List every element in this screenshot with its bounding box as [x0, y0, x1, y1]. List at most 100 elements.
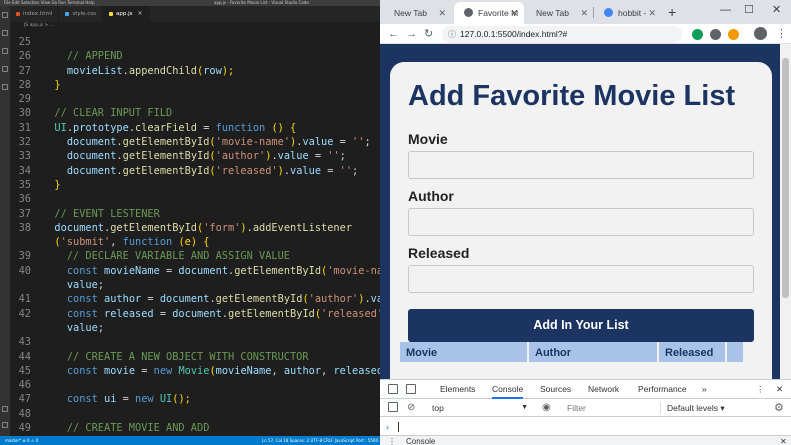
device-toolbar-icon[interactable] — [406, 384, 416, 394]
movie-name-input[interactable] — [408, 151, 754, 179]
status-git-branch[interactable]: master* ⊗ 0 ⚠ 0 — [5, 438, 38, 443]
code-line[interactable]: 27 movieList.appendChild(row); — [10, 64, 380, 78]
code-line[interactable]: 44 // CREATE A NEW OBJECT WITH CONSTRUCT… — [10, 350, 380, 364]
vscode-menu-bar[interactable]: File Edit Selection View Go Run Terminal… — [4, 0, 95, 5]
code-token: 'author' — [215, 150, 266, 163]
code-line[interactable]: 31 UI.prototype.clearField = function ()… — [10, 121, 380, 135]
drawer-tab-console[interactable]: Console — [406, 436, 435, 445]
code-line[interactable]: value; — [10, 321, 380, 335]
breadcrumb[interactable]: JS app.js > ... — [10, 22, 380, 30]
devtools-tab-console[interactable]: Console — [492, 380, 524, 399]
code-token: // EVENT LESTENER — [54, 207, 160, 220]
account-icon[interactable] — [2, 406, 8, 412]
console-filter-input[interactable]: Filter — [563, 402, 661, 414]
close-icon[interactable]: ✕ — [648, 2, 656, 24]
browser-tab-new-tab-2[interactable]: New Tab ✕ — [526, 2, 594, 24]
code-line[interactable]: 40 const movieName = document.getElement… — [10, 264, 380, 278]
author-input[interactable] — [408, 208, 754, 236]
code-line[interactable]: 37 // EVENT LESTENER — [10, 207, 380, 221]
minimize-button[interactable]: — — [720, 2, 731, 18]
extension-icon[interactable] — [728, 29, 739, 40]
code-line[interactable]: 46 — [10, 378, 380, 392]
close-window-button[interactable]: ✕ — [772, 2, 781, 18]
maximize-button[interactable]: ☐ — [744, 2, 754, 18]
code-text: const movie = new Movie(movieName, autho… — [42, 364, 380, 378]
profile-avatar[interactable] — [754, 27, 767, 40]
code-line[interactable]: 25 — [10, 35, 380, 49]
close-icon[interactable]: ✕ — [438, 2, 446, 24]
source-control-icon[interactable] — [2, 48, 8, 54]
code-line[interactable]: 45 const movie = new Movie(movieName, au… — [10, 364, 380, 378]
code-line[interactable]: 49 // CREATE MOVIE AND ADD — [10, 421, 380, 435]
status-info[interactable]: Ln 57, Col 18 Spaces: 2 UTF-8 CRLF JavaS… — [262, 436, 378, 445]
browser-tab-hobbit[interactable]: hobbit - ✕ — [594, 2, 662, 24]
code-line[interactable]: 28 } — [10, 78, 380, 92]
close-icon[interactable]: ✕ — [580, 2, 588, 24]
code-line[interactable]: 36 — [10, 192, 380, 206]
extensions-icon[interactable] — [2, 84, 8, 90]
browser-tab-new-tab-1[interactable]: New Tab ✕ — [384, 2, 452, 24]
code-editor[interactable]: 25 26 // APPEND 27 movieList.appendChild(r… — [10, 35, 380, 445]
code-line[interactable]: 30 // CLEAR INPUT FILD — [10, 106, 380, 120]
code-line[interactable]: 48 — [10, 407, 380, 421]
code-line[interactable]: 39 // DECLARE VARIABLE AND ASSIGN VALUE — [10, 249, 380, 263]
devtools-tab-sources[interactable]: Sources — [540, 380, 571, 399]
code-line[interactable]: 29 — [10, 92, 380, 106]
devtools-tab-elements[interactable]: Elements — [440, 380, 475, 399]
devtools-tab-network[interactable]: Network — [588, 380, 619, 399]
more-tabs-icon[interactable]: » — [702, 380, 707, 399]
inspect-element-icon[interactable] — [388, 384, 398, 394]
editor-tab-index-html[interactable]: index.html — [10, 6, 60, 22]
devtools-menu-icon[interactable]: ⋮ — [756, 380, 765, 399]
address-bar[interactable]: ⓘ 127.0.0.1:5500/index.html?# — [442, 26, 682, 43]
code-token: getElementById — [122, 136, 210, 149]
devtools-tab-performance[interactable]: Performance — [638, 380, 687, 399]
reload-icon[interactable]: ↻ — [424, 26, 433, 42]
close-devtools-icon[interactable]: ✕ — [776, 380, 783, 399]
search-icon[interactable] — [2, 30, 8, 36]
released-input[interactable] — [408, 265, 754, 293]
explorer-icon[interactable] — [2, 12, 8, 18]
code-line[interactable]: 47 const ui = new UI(); — [10, 392, 380, 406]
run-debug-icon[interactable] — [2, 66, 8, 72]
code-line[interactable]: 43 — [10, 335, 380, 349]
scrollbar-thumb[interactable] — [782, 58, 789, 298]
code-line[interactable]: 33 document.getElementById('author').val… — [10, 149, 380, 163]
drawer-menu-icon[interactable]: ⋮ — [388, 436, 396, 445]
browser-tab-favorite-movie[interactable]: Favorite M ✕ — [454, 2, 524, 24]
code-line[interactable]: 42 const released = document.getElementB… — [10, 307, 380, 321]
log-levels-dropdown[interactable]: Default levels ▾ — [667, 402, 725, 414]
code-line[interactable]: 35 } — [10, 178, 380, 192]
microphone-icon[interactable] — [710, 29, 721, 40]
clear-console-icon[interactable]: ⊘ — [407, 399, 415, 417]
settings-gear-icon[interactable] — [2, 422, 8, 428]
forward-arrow-icon[interactable]: → — [406, 26, 417, 42]
console-input[interactable] — [398, 422, 399, 432]
browser-menu-icon[interactable]: ⋮ — [776, 27, 787, 41]
info-icon[interactable]: ⓘ — [448, 26, 456, 43]
code-line[interactable]: ('submit', function (e) { — [10, 235, 380, 249]
editor-tab-style-css[interactable]: style.css — [59, 6, 104, 22]
live-expression-eye-icon[interactable]: ◉ — [542, 402, 551, 414]
code-line[interactable]: value; — [10, 278, 380, 292]
editor-tab-app-js[interactable]: app.js ✕ — [103, 6, 150, 22]
close-icon[interactable]: ✕ — [138, 6, 143, 22]
code-line[interactable]: 41 const author = document.getElementByI… — [10, 292, 380, 306]
add-to-list-button[interactable]: Add In Your List — [408, 309, 754, 342]
page-scrollbar[interactable] — [780, 44, 791, 379]
close-drawer-icon[interactable]: ✕ — [780, 436, 787, 445]
code-line[interactable]: 26 // APPEND — [10, 49, 380, 63]
close-icon[interactable]: ✕ — [510, 2, 518, 24]
context-selector[interactable]: top ▼ — [432, 402, 528, 414]
console-settings-gear-icon[interactable]: ⚙ — [774, 401, 784, 415]
column-header-author: Author — [529, 342, 657, 362]
code-line[interactable]: 38 document.getElementById('form').addEv… — [10, 221, 380, 235]
grammarly-icon[interactable] — [692, 29, 703, 40]
code-line[interactable]: 32 document.getElementById('movie-name')… — [10, 135, 380, 149]
new-tab-button[interactable]: + — [668, 3, 676, 21]
code-line[interactable]: 34 document.getElementById('released').v… — [10, 164, 380, 178]
back-arrow-icon[interactable]: ← — [388, 26, 399, 42]
code-text: const movieName = document.getElementByI… — [42, 264, 380, 278]
sidebar-toggle-icon[interactable] — [388, 402, 398, 412]
